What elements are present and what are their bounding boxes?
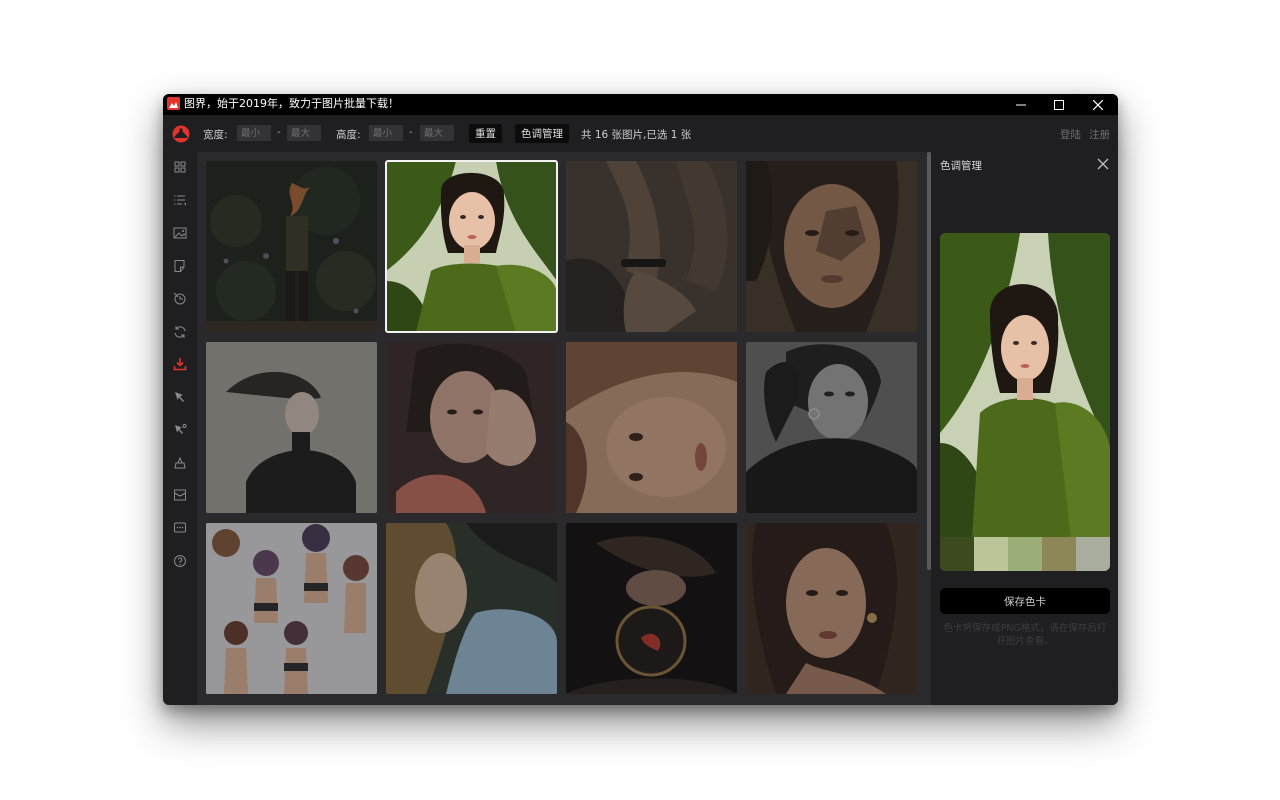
gallery-image-shadow-face[interactable]: [746, 161, 917, 332]
note-icon: [174, 260, 185, 272]
login-link[interactable]: 登陆: [1060, 127, 1081, 142]
gallery-image-wind-hair[interactable]: [206, 342, 377, 513]
panel-close-button[interactable]: [1096, 156, 1110, 170]
panel-title: 色调管理: [940, 160, 982, 172]
save-palette-button[interactable]: 保存色卡: [940, 588, 1110, 614]
gallery-image-flowers-fire[interactable]: [206, 161, 377, 332]
close-icon: [1093, 99, 1103, 110]
photo-monstera-girl-large: [940, 233, 1110, 571]
sidebar-item-sort[interactable]: [173, 193, 187, 207]
refresh-icon: [174, 326, 186, 338]
width-max-input[interactable]: [287, 125, 321, 141]
tag-icon: [173, 292, 186, 305]
dim-overlay: [746, 342, 917, 513]
palette-swatch[interactable]: [1008, 537, 1042, 571]
logo-icon: [172, 125, 190, 143]
dim-overlay: [566, 523, 737, 694]
color-palette: [940, 537, 1110, 571]
mail-icon: [174, 489, 186, 501]
grid-icon: [174, 161, 186, 173]
height-dash: -: [409, 127, 413, 138]
color-manage-button[interactable]: 色调管理: [515, 124, 569, 143]
sidebar-item-clean[interactable]: [173, 456, 187, 470]
gallery-image-hands-bracelet[interactable]: [566, 161, 737, 332]
help-icon: [174, 555, 186, 567]
gallery-image-anime-figures[interactable]: [206, 523, 377, 694]
save-hint: 色卡将保存成PNG格式，请在保存后打开图片查看。: [943, 623, 1107, 647]
clean-icon: [174, 456, 186, 469]
minimize-button[interactable]: [1002, 94, 1040, 115]
image-icon: [173, 227, 187, 239]
close-icon: [1097, 158, 1109, 170]
dim-overlay: [206, 161, 377, 332]
palette-swatch[interactable]: [1076, 537, 1110, 571]
width-min-input[interactable]: [237, 125, 271, 141]
maximize-button[interactable]: [1040, 94, 1078, 115]
height-label: 高度:: [336, 129, 361, 141]
sidebar-item-chat[interactable]: [173, 521, 187, 535]
list-sort-icon: [174, 195, 186, 206]
dim-overlay: [206, 523, 377, 694]
app-window: 图界，始于2019年，致力于图片批量下载！ 宽度: - 高度: - 重置 色调管…: [163, 94, 1118, 705]
dim-overlay: [386, 523, 557, 694]
register-link[interactable]: 注册: [1089, 127, 1110, 142]
height-min-input[interactable]: [369, 125, 403, 141]
cursor-settings-icon: [175, 424, 187, 434]
photo-monstera-girl: [386, 161, 557, 332]
palette-swatch[interactable]: [940, 537, 974, 571]
gallery-image-curly-hair[interactable]: [566, 342, 737, 513]
dim-overlay: [566, 161, 737, 332]
app-icon: [167, 97, 180, 110]
cursor-icon: [175, 392, 184, 402]
sidebar-item-tag[interactable]: [173, 292, 187, 306]
sidebar-item-refresh[interactable]: [173, 325, 187, 339]
sidebar-item-cursor-settings[interactable]: [173, 423, 187, 437]
sidebar-item-help[interactable]: [173, 554, 187, 568]
title-bar: 图界，始于2019年，致力于图片批量下载！: [163, 94, 1118, 115]
sidebar-item-note[interactable]: [173, 259, 187, 273]
width-dash: -: [277, 127, 281, 138]
sidebar-item-grid[interactable]: [173, 160, 187, 174]
color-panel: 色调管理 保存色卡 色卡将保存成PNG格式，请在保存后打开图片查看。: [931, 152, 1118, 705]
dim-overlay: [566, 342, 737, 513]
color-preview-image: [940, 233, 1110, 571]
width-label: 宽度:: [203, 129, 228, 141]
minimize-icon: [1016, 104, 1026, 105]
dim-overlay: [206, 342, 377, 513]
sidebar-item-image[interactable]: [173, 226, 187, 240]
sidebar-item-cursor[interactable]: [173, 390, 187, 404]
dim-overlay: [746, 523, 917, 694]
sidebar: [163, 152, 197, 705]
download-icon: [173, 358, 187, 371]
palette-swatch[interactable]: [974, 537, 1008, 571]
palette-swatch[interactable]: [1042, 537, 1076, 571]
close-button[interactable]: [1079, 94, 1117, 115]
sidebar-item-download[interactable]: [173, 357, 187, 371]
gallery-image-profile-light[interactable]: [386, 523, 557, 694]
image-gallery: [197, 152, 931, 705]
gallery-image-bw-portrait[interactable]: [746, 342, 917, 513]
maximize-icon: [1054, 99, 1064, 110]
selection-count: 共 16 张图片,已选 1 张: [581, 129, 692, 141]
gallery-image-goldfish-bowl[interactable]: [566, 523, 737, 694]
gallery-image-hand-face[interactable]: [386, 342, 557, 513]
reset-button[interactable]: 重置: [469, 124, 502, 143]
dim-overlay: [386, 342, 557, 513]
chat-icon: [174, 522, 186, 533]
gallery-image-monstera-girl[interactable]: [385, 160, 558, 333]
gallery-image-earrings-portrait[interactable]: [746, 523, 917, 694]
sidebar-item-mail[interactable]: [173, 488, 187, 502]
window-title: 图界，始于2019年，致力于图片批量下载！: [184, 97, 399, 110]
height-max-input[interactable]: [420, 125, 454, 141]
toolbar: 宽度: - 高度: - 重置 色调管理 共 16 张图片,已选 1 张 登陆 注…: [163, 115, 1118, 152]
dim-overlay: [746, 161, 917, 332]
